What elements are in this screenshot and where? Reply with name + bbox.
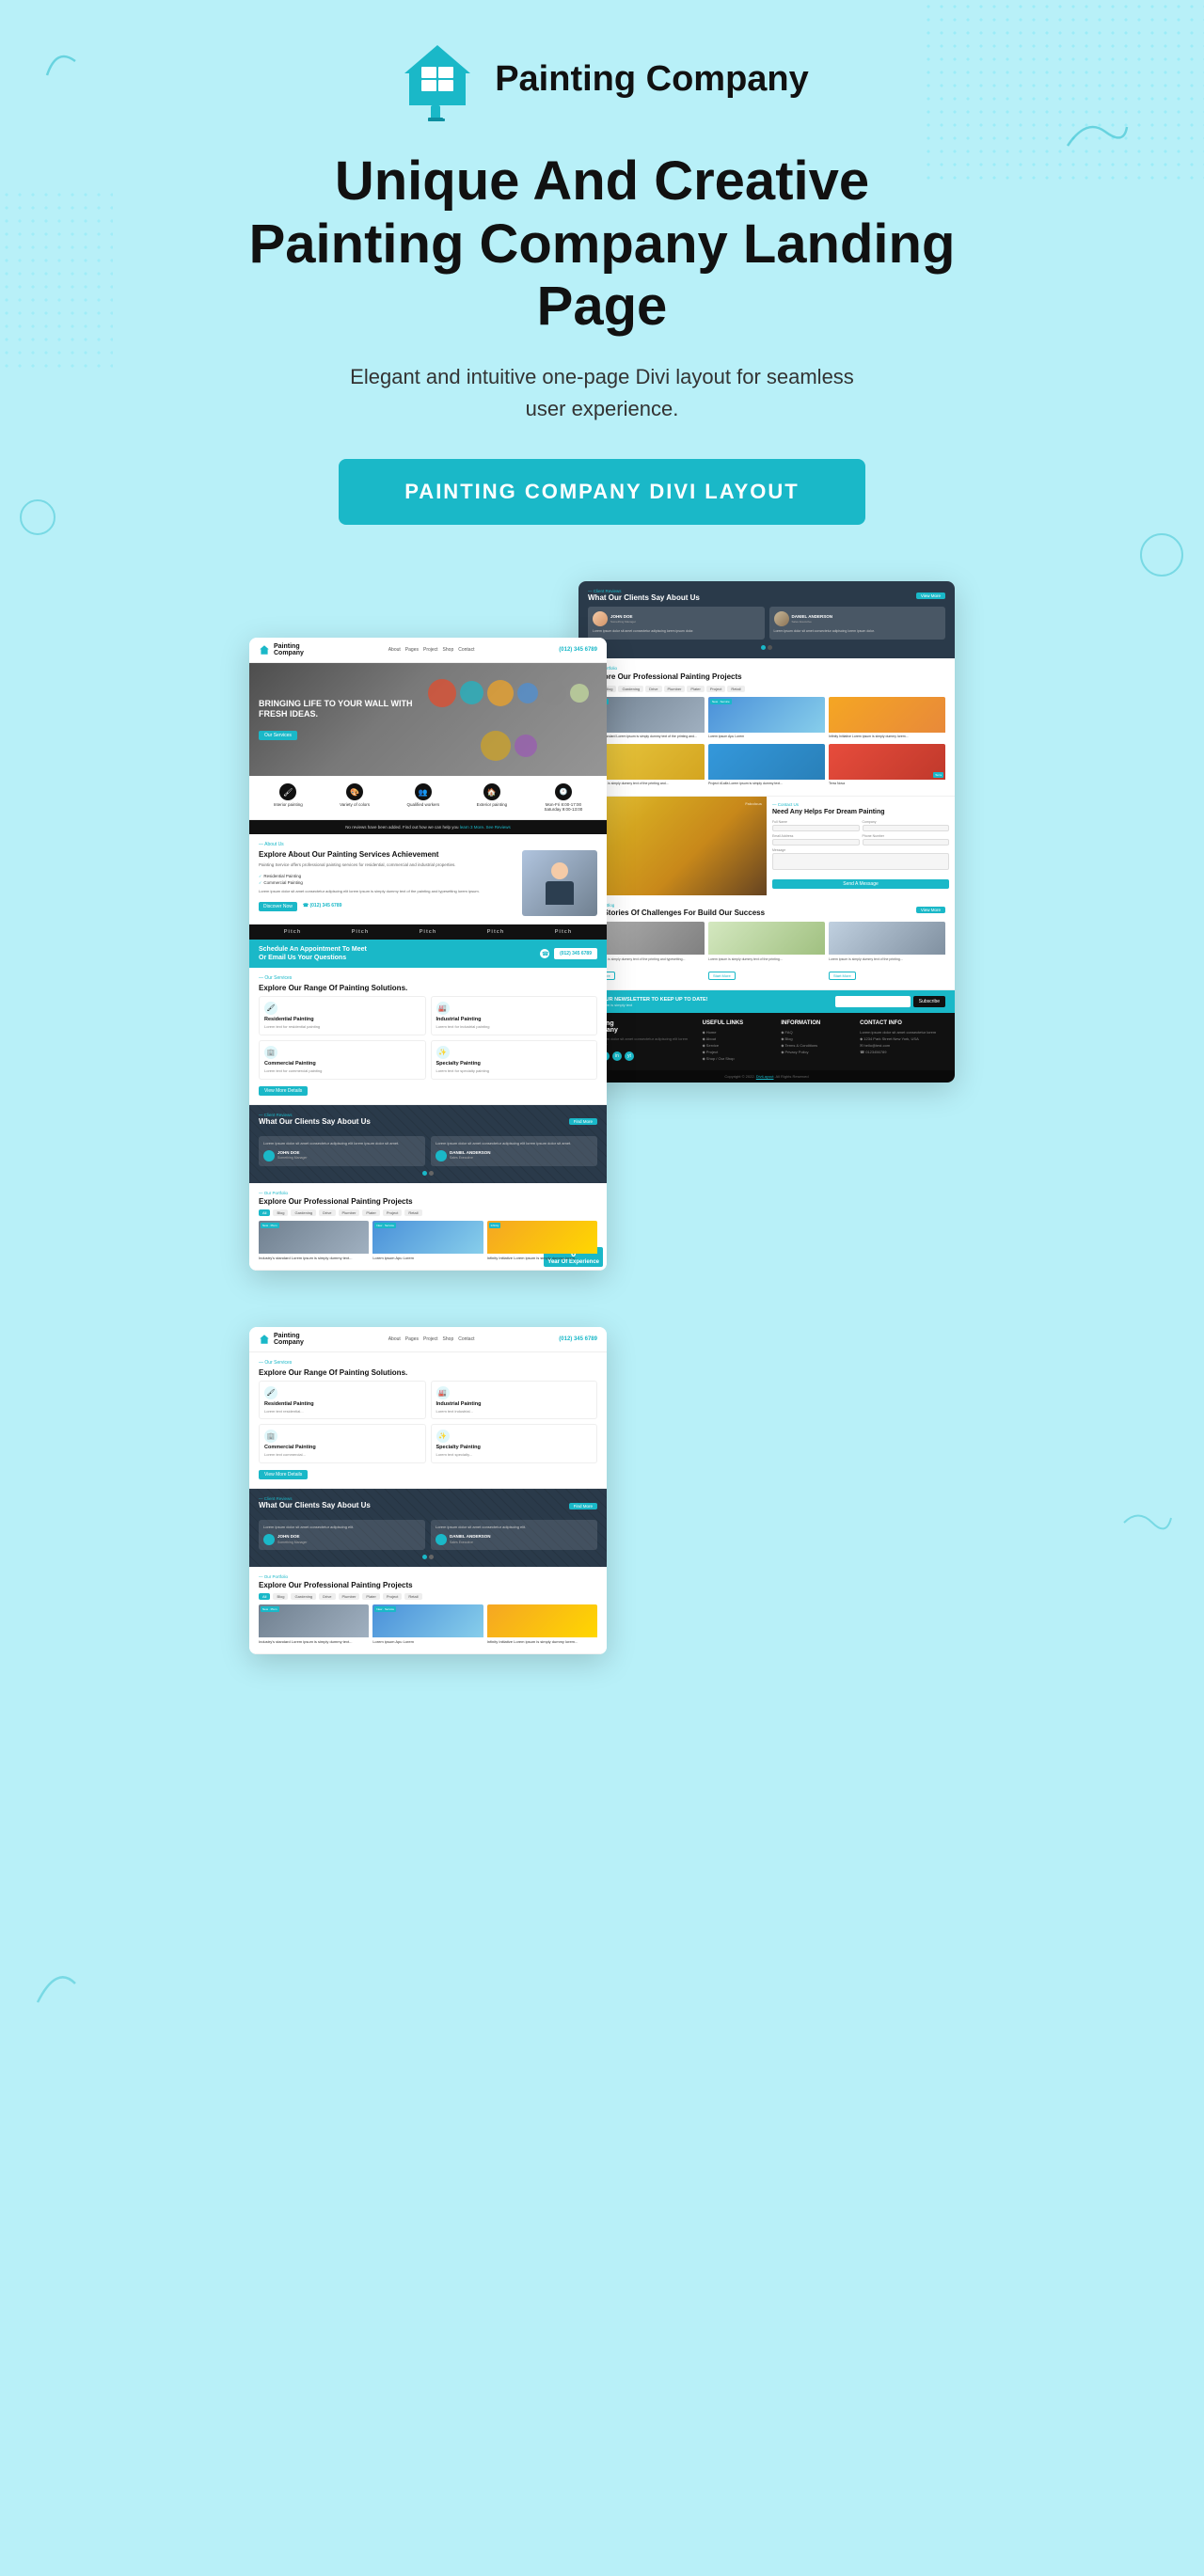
cta-button[interactable]: PAINTING COMPANY DIVI LAYOUT bbox=[339, 459, 864, 525]
screenshot-right: — Client Reviews What Our Clients Say Ab… bbox=[578, 581, 955, 1083]
mock-phone: (012) 345 6789 bbox=[559, 647, 597, 653]
subtitle: Elegant and intuitive one-page Divi layo… bbox=[348, 361, 856, 425]
mock-testimonials-right-header: — Client Reviews What Our Clients Say Ab… bbox=[578, 581, 955, 657]
mock-projects-right: — Our Portfolio Explore Our Professional… bbox=[578, 658, 955, 797]
logo-text: Painting Company bbox=[495, 59, 809, 101]
mock-testimonials-left: — Client Reviews What Our Clients Say Ab… bbox=[249, 1105, 607, 1183]
mock-logos-bar: Pitch Pitch Pitch Pitch Pitch bbox=[249, 925, 607, 940]
bottom-screenshots: PaintingCompany AboutPagesProjectShopCon… bbox=[0, 1299, 1204, 1711]
mock-logo: PaintingCompany bbox=[259, 643, 304, 656]
screenshot-bottom-left: PaintingCompany AboutPagesProjectShopCon… bbox=[249, 1327, 607, 1654]
mock-stories: — Latest Blog The Stories Of Challenges … bbox=[578, 895, 955, 990]
mock-services: — Our Services Explore Our Range Of Pain… bbox=[249, 968, 607, 1104]
mock-about-image: 0Year Of Experience bbox=[522, 850, 597, 916]
mock-nav-left: PaintingCompany AboutPagesProjectShopCon… bbox=[249, 638, 607, 663]
mock-about: — About Us Explore About Our Painting Se… bbox=[249, 834, 607, 925]
mock-nav-links: AboutPagesProjectShopContact bbox=[388, 647, 475, 653]
mock-projects-left: — Our Portfolio Explore Our Professional… bbox=[249, 1183, 607, 1271]
header-section: Painting Company Unique And CreativePain… bbox=[0, 0, 1204, 553]
logo-container: Painting Company bbox=[395, 38, 809, 122]
mock-hero: BRINGING LIFE TO YOUR WALL WITH FRESH ID… bbox=[249, 663, 607, 776]
mock-hero-text: BRINGING LIFE TO YOUR WALL WITH FRESH ID… bbox=[259, 699, 421, 741]
mock-services-bottom: — Our Services Explore Our Range Of Pain… bbox=[249, 1352, 607, 1489]
mock-testimonials-bottom: — Client Reviews What Our Clients Say Ab… bbox=[249, 1489, 607, 1567]
logo-icon bbox=[395, 38, 480, 122]
mock-newsletter: JOIN OUR NEWSLETTER TO KEEP UP TO DATE! … bbox=[578, 990, 955, 1013]
main-title: Unique And CreativePainting Company Land… bbox=[235, 150, 969, 339]
mock-icons-row: 🖌 Interior painting 🎨 Variety of colors … bbox=[249, 776, 607, 820]
screenshot-left: PaintingCompany AboutPagesProjectShopCon… bbox=[249, 638, 607, 1271]
mock-appt-bar: Schedule An Appointment To MeetOr Email … bbox=[249, 940, 607, 968]
svg-text:☎: ☎ bbox=[542, 951, 549, 957]
screenshots-section: PaintingCompany AboutPagesProjectShopCon… bbox=[0, 553, 1204, 1271]
mock-projects-bottom: — Our Portfolio Explore Our Professional… bbox=[249, 1567, 607, 1654]
mock-contact: Fabolous — Contact Us Need Any Helps For… bbox=[578, 797, 955, 895]
mock-footer: PaintingCompany Lorem ipsum dolor sit am… bbox=[578, 1013, 955, 1070]
